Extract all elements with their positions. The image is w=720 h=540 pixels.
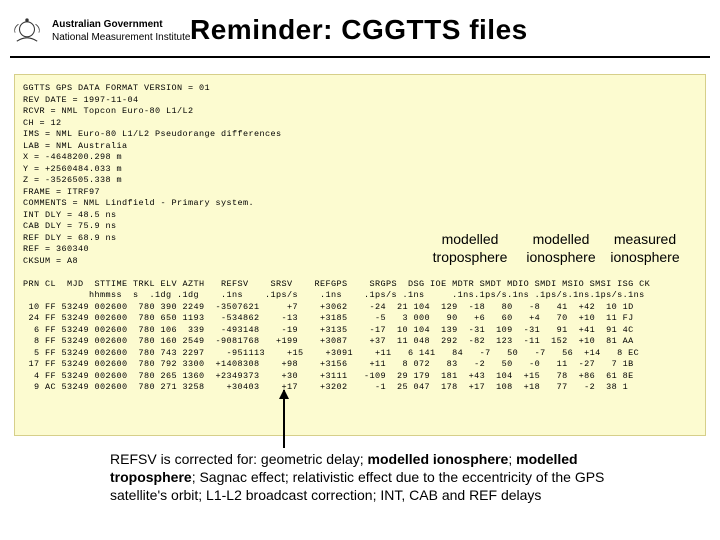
arrow-up-icon	[283, 390, 285, 448]
page-title: Reminder: CGGTTS files	[190, 14, 528, 46]
coat-of-arms-icon	[10, 14, 44, 48]
gov-text: Australian Government National Measureme…	[52, 18, 190, 44]
brace-icon: ⏟	[606, 266, 686, 284]
annot-measured-ionosphere: measured ionosphere	[600, 230, 690, 266]
caption: REFSV is corrected for: geometric delay;…	[110, 450, 610, 504]
header-bar: Australian Government National Measureme…	[10, 6, 710, 58]
brace-icon: ⏟	[440, 266, 510, 284]
annot-troposphere: modelled troposphere	[420, 230, 520, 266]
gov-line2: National Measurement Institute	[52, 32, 190, 43]
brace-icon: ⏟	[526, 266, 596, 284]
annot-modelled-ionosphere: modelled ionosphere	[516, 230, 606, 266]
gov-line1: Australian Government	[52, 19, 163, 30]
